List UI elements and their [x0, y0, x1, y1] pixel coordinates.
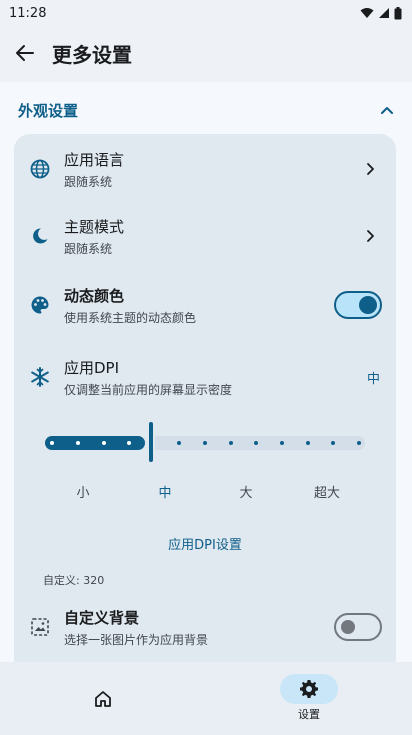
custom-background-switch[interactable] [334, 613, 382, 641]
battery-icon [394, 6, 402, 19]
slider-tick [50, 441, 54, 445]
slider-thumb[interactable] [149, 422, 153, 462]
slider-tick [76, 441, 80, 445]
bottom-navigation: 设置 [0, 662, 412, 735]
image-icon [28, 615, 52, 639]
top-app-bar: 更多设置 [0, 26, 412, 80]
slider-tick [127, 441, 131, 445]
status-bar: 11:28 [0, 0, 412, 26]
dpi-custom-note: 自定义: 320 [43, 574, 105, 587]
home-icon [92, 688, 114, 710]
nav-item-settings[interactable]: 设置 [206, 662, 412, 735]
setting-title: 动态颜色 [64, 286, 125, 305]
slider-tick [306, 441, 310, 445]
setting-subtitle: 跟随系统 [64, 241, 113, 256]
chevron-right-icon [358, 224, 382, 248]
slider-tick [102, 441, 106, 445]
setting-app-dpi[interactable]: 应用DPI 仅调整当前应用的屏幕显示密度 中 [14, 344, 396, 410]
globe-icon [28, 157, 52, 181]
signal-icon [379, 8, 389, 18]
back-button[interactable] [1, 29, 49, 77]
setting-subtitle: 使用系统主题的动态颜色 [64, 310, 197, 325]
wifi-icon [360, 8, 374, 18]
dpi-level-small[interactable]: 小 [76, 482, 89, 501]
setting-subtitle: 选择一张图片作为应用背景 [64, 632, 209, 647]
slider-tick [280, 441, 284, 445]
setting-dynamic-color[interactable]: 动态颜色 使用系统主题的动态颜色 [14, 272, 396, 338]
setting-app-language[interactable]: 应用语言 跟随系统 [14, 136, 396, 202]
setting-subtitle: 仅调整当前应用的屏幕显示密度 [64, 382, 233, 397]
dpi-level-large[interactable]: 大 [239, 482, 252, 501]
dpi-settings-link[interactable]: 应用DPI设置 [14, 534, 396, 553]
page-title: 更多设置 [52, 42, 132, 67]
chevron-right-icon [358, 157, 382, 181]
nav-item-home[interactable] [0, 662, 206, 735]
slider-tick [229, 441, 233, 445]
dpi-level-labels: 小 中 大 超大 [14, 482, 396, 502]
appearance-card: 应用语言 跟随系统 主题模式 跟随系统 动态颜色 使用系统主题的动态颜色 应用D… [14, 134, 396, 662]
setting-custom-background[interactable]: 自定义背景 选择一张图片作为应用背景 [14, 594, 396, 660]
dpi-current-value: 中 [366, 371, 380, 387]
setting-title: 主题模式 [64, 217, 125, 236]
setting-theme-mode[interactable]: 主题模式 跟随系统 [14, 203, 396, 269]
nav-label-settings: 设置 [298, 708, 320, 721]
dpi-slider[interactable] [45, 420, 367, 464]
dpi-level-medium[interactable]: 中 [158, 482, 171, 501]
gear-icon [300, 680, 318, 698]
arrow-back-icon [16, 45, 34, 61]
palette-icon [28, 293, 52, 317]
setting-title: 应用语言 [64, 150, 125, 169]
nav-active-indicator [280, 674, 338, 704]
chevron-up-icon [381, 107, 393, 114]
moon-icon [28, 224, 52, 248]
section-title: 外观设置 [18, 101, 79, 120]
dynamic-color-switch[interactable] [334, 291, 382, 319]
status-time: 11:28 [9, 5, 47, 21]
setting-subtitle: 跟随系统 [64, 174, 113, 189]
section-header-appearance[interactable]: 外观设置 [0, 82, 412, 138]
switch-knob [341, 620, 355, 634]
settings-content: 外观设置 应用语言 跟随系统 主题模式 跟随系统 动态颜色 使用系统主题的动态颜… [0, 82, 412, 662]
setting-title: 自定义背景 [64, 608, 140, 627]
setting-title: 应用DPI [64, 358, 120, 377]
dpi-level-xlarge[interactable]: 超大 [314, 482, 340, 501]
slider-tick [203, 441, 207, 445]
status-icons [360, 6, 402, 20]
slider-tick [331, 441, 335, 445]
slider-tick [254, 441, 258, 445]
slider-tick [177, 441, 181, 445]
slider-tick [357, 441, 361, 445]
switch-knob [359, 296, 377, 314]
snowflake-icon [28, 365, 52, 389]
